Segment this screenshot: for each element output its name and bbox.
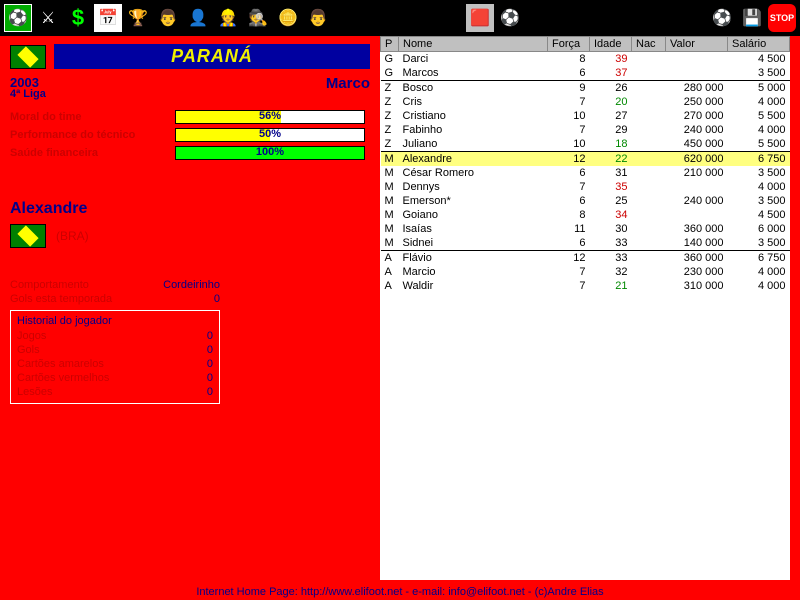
table-row[interactable]: ZCris720250 0004 000 — [381, 95, 790, 109]
table-row[interactable]: ZJuliano1018450 0005 500 — [381, 137, 790, 152]
save-icon[interactable]: 💾 — [738, 4, 766, 32]
player-nat: (BRA) — [56, 229, 89, 243]
table-row[interactable]: MDennys7354 000 — [381, 180, 790, 194]
footer: Internet Home Page: http://www.elifoot.n… — [0, 586, 800, 598]
cards-ball-icon[interactable]: ⚽ — [496, 4, 524, 32]
worker-icon[interactable]: 👷 — [214, 4, 242, 32]
col-salario[interactable]: Salário — [728, 37, 790, 52]
spy-icon[interactable]: 🕵 — [244, 4, 272, 32]
table-row[interactable]: ZCristiano1027270 0005 500 — [381, 109, 790, 123]
pharaoh-icon[interactable]: 👤 — [184, 4, 212, 32]
tactics-icon[interactable]: ⚔ — [34, 4, 62, 32]
coach-name: Marco — [326, 75, 370, 100]
money-icon[interactable]: $ — [64, 4, 92, 32]
toolbar: ⚽ ⚔ $ 📅 🏆 👨 👤 👷 🕵 🪙 👨 🟥 ⚽ ⚽ 💾 STOP — [0, 0, 800, 36]
player-flag-icon — [10, 224, 46, 248]
league-name: 4ª Liga — [10, 88, 46, 100]
col-forca[interactable]: Força — [548, 37, 590, 52]
team-flag-icon — [10, 45, 46, 69]
roster-table[interactable]: P Nome Força Idade Nac Valor Salário GDa… — [380, 36, 790, 293]
table-row[interactable]: AWaldir721310 0004 000 — [381, 279, 790, 293]
calendar-icon[interactable]: 📅 — [94, 4, 122, 32]
history-box: Historial do jogador Jogos0Gols0Cartões … — [10, 310, 220, 404]
perf-label: Performance do técnico — [10, 129, 175, 141]
morale-label: Moral do time — [10, 111, 175, 123]
roster-panel: P Nome Força Idade Nac Valor Salário GDa… — [380, 36, 790, 580]
col-p[interactable]: P — [381, 37, 399, 52]
team-panel: PARANÁ 2003 4ª Liga Marco Moral do time … — [0, 36, 380, 580]
team-name: PARANÁ — [54, 44, 370, 69]
table-row[interactable]: MGoiano8344 500 — [381, 208, 790, 222]
table-row[interactable]: ZFabinho729240 0004 000 — [381, 123, 790, 137]
red-card-icon[interactable]: 🟥 — [466, 4, 494, 32]
col-nac[interactable]: Nac — [632, 37, 666, 52]
table-row[interactable]: MEmerson*625240 0003 500 — [381, 194, 790, 208]
col-valor[interactable]: Valor — [666, 37, 728, 52]
table-row[interactable]: MIsaías1130360 0006 000 — [381, 222, 790, 236]
stop-icon[interactable]: STOP — [768, 4, 796, 32]
manager-icon[interactable]: 👨 — [154, 4, 182, 32]
perf-bar: 50% — [175, 128, 365, 142]
morale-bar: 56% — [175, 110, 365, 124]
table-row[interactable]: MSidnei633140 0003 500 — [381, 236, 790, 251]
col-idade[interactable]: Idade — [590, 37, 632, 52]
table-row[interactable]: AFlávio1233360 0006 750 — [381, 251, 790, 266]
table-row[interactable]: ZBosco926280 0005 000 — [381, 81, 790, 96]
field-icon[interactable]: ⚽ — [4, 4, 32, 32]
table-row[interactable]: MAlexandre1222620 0006 750 — [381, 152, 790, 167]
meters: Moral do time 56% Performance do técnico… — [10, 110, 370, 160]
table-row[interactable]: GDarci8394 500 — [381, 52, 790, 67]
table-row[interactable]: GMarcos6373 500 — [381, 66, 790, 81]
ball2-icon[interactable]: ⚽ — [708, 4, 736, 32]
coins-icon[interactable]: 🪙 — [274, 4, 302, 32]
fin-label: Saúde financeira — [10, 147, 175, 159]
fin-bar: 100% — [175, 146, 365, 160]
player-name: Alexandre — [10, 200, 370, 218]
table-row[interactable]: AMarcio732230 0004 000 — [381, 265, 790, 279]
table-row[interactable]: MCésar Romero631210 0003 500 — [381, 166, 790, 180]
coach-icon[interactable]: 👨 — [304, 4, 332, 32]
trophy-icon[interactable]: 🏆 — [124, 4, 152, 32]
col-nome[interactable]: Nome — [399, 37, 548, 52]
